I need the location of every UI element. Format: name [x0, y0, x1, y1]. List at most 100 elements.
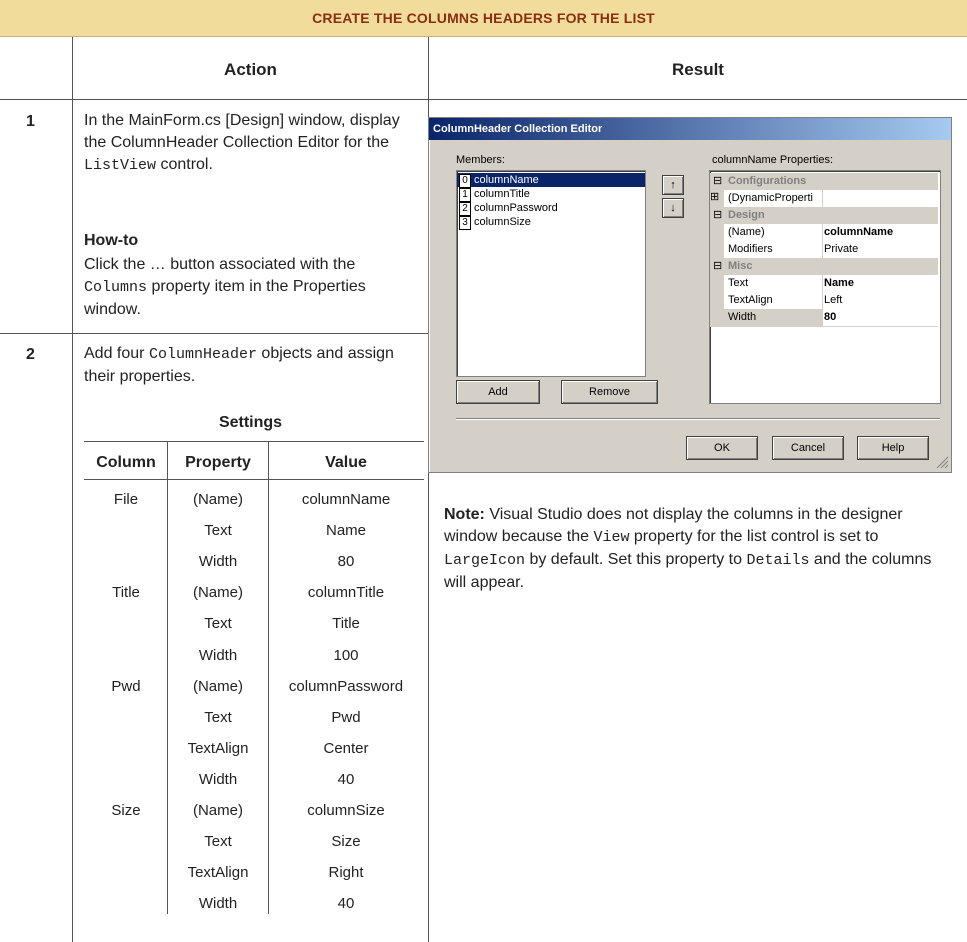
settings-top-rule: [84, 441, 424, 442]
property-row[interactable]: TextAlign Left: [710, 292, 938, 310]
cancel-button[interactable]: Cancel: [772, 436, 844, 460]
code-listview: ListView: [84, 157, 157, 174]
row-gutter: ⊞: [710, 190, 724, 207]
header-divider: [0, 99, 967, 100]
settings-property-cell: (Name): [192, 584, 243, 602]
settings-property-cell: Text: [204, 708, 232, 726]
property-value: columnName: [824, 226, 894, 238]
settings-property-cell: (Name): [192, 491, 243, 508]
dialog-separator: [456, 418, 940, 420]
category-label: Design: [728, 209, 765, 221]
ok-button[interactable]: OK: [686, 436, 758, 460]
section-banner: Create the columns headers for the list: [0, 0, 967, 37]
row-gutter: [710, 275, 724, 292]
settings-column-cell: File: [113, 491, 139, 508]
members-label: Members:: [456, 154, 505, 166]
remove-button[interactable]: Remove: [561, 380, 658, 404]
settings-value-cell: 80: [337, 553, 355, 571]
add-button[interactable]: Add: [456, 380, 540, 404]
settings-property-cell: TextAlign: [187, 739, 249, 757]
note-label: Note:: [444, 506, 485, 523]
settings-value-cell: Right: [328, 864, 364, 882]
settings-value-cell: Size: [331, 833, 361, 851]
settings-title: Settings: [218, 414, 283, 431]
settings-value-cell: columnPassword: [288, 677, 404, 695]
member-item[interactable]: 2 columnPassword: [457, 201, 645, 216]
code-largeicon: LargeIcon: [444, 552, 526, 569]
number-column-divider: [72, 37, 73, 942]
property-row[interactable]: (Name) columnName: [710, 224, 938, 242]
settings-col-value: Value: [325, 454, 367, 471]
settings-property-cell: Width: [198, 553, 238, 571]
step-divider: [0, 333, 428, 334]
step-number: 2: [26, 346, 35, 363]
property-category[interactable]: ⊟ Design: [710, 207, 938, 224]
settings-value-cell: Pwd: [331, 708, 361, 726]
row-gutter: [710, 309, 724, 326]
property-name: (DynamicProperti: [724, 190, 823, 207]
move-down-button[interactable]: ↓: [662, 198, 684, 218]
member-index: 2: [459, 202, 471, 216]
property-row[interactable]: ⊞ (DynamicProperti: [710, 190, 938, 208]
member-item[interactable]: 0 columnName: [457, 173, 645, 188]
settings-property-cell: Width: [198, 646, 238, 664]
member-name: columnSize: [474, 216, 531, 228]
property-row[interactable]: Text Name: [710, 275, 938, 293]
settings-value-cell: columnSize: [307, 802, 385, 819]
member-index: 0: [459, 174, 471, 188]
member-index: 1: [459, 188, 471, 202]
property-name: Width: [724, 309, 823, 326]
action-header: Action: [224, 60, 277, 79]
settings-column-cell: Size: [111, 802, 141, 819]
banner-title: Create the columns headers for the list: [312, 10, 655, 26]
member-name: columnTitle: [474, 188, 530, 200]
resize-grip-icon[interactable]: [935, 455, 949, 469]
property-row[interactable]: Width 80: [710, 309, 938, 327]
collapse-icon[interactable]: ⊟: [713, 259, 722, 272]
property-value: Name: [824, 277, 854, 289]
member-item[interactable]: 1 columnTitle: [457, 187, 645, 202]
settings-property-cell: Text: [204, 522, 232, 540]
member-name: columnName: [474, 174, 539, 186]
settings-col-property: Property: [185, 454, 251, 471]
property-value: 80: [824, 311, 837, 323]
settings-value-cell: 40: [337, 770, 355, 788]
note-paragraph: Note: Visual Studio does not display the…: [444, 506, 932, 591]
member-item[interactable]: 3 columnSize: [457, 215, 645, 230]
settings-value-cell: Name: [325, 522, 366, 540]
row-gutter: [710, 224, 724, 241]
member-index: 3: [459, 216, 471, 230]
members-listbox[interactable]: 0 columnName 1 columnTitle 2 columnPassword 3 c…: [456, 170, 646, 377]
dialog-titlebar: ColumnHeader Collection Editor: [429, 118, 951, 140]
collapse-icon[interactable]: ⊟: [713, 208, 722, 221]
property-name: (Name): [724, 224, 823, 241]
settings-value-cell: Center: [323, 739, 369, 757]
property-row[interactable]: Modifiers Private: [710, 241, 938, 259]
settings-column-cell: Title: [112, 584, 140, 602]
code-view: View: [593, 529, 630, 546]
settings-property-cell: Width: [198, 895, 238, 913]
settings-value-cell: 100: [333, 646, 359, 664]
settings-header-rule: [84, 479, 424, 480]
code-columnheader: ColumnHeader: [148, 346, 257, 363]
settings-value-cell: columnName: [301, 491, 391, 508]
property-category[interactable]: ⊟ Misc: [710, 258, 938, 275]
help-button[interactable]: Help: [857, 436, 929, 460]
settings-col-column: Column: [96, 454, 156, 471]
property-value: Private: [824, 243, 859, 255]
result-header: Result: [672, 60, 724, 79]
property-name: TextAlign: [724, 292, 823, 309]
howto-text: Click the … button associated with the C…: [84, 256, 366, 318]
property-grid[interactable]: ⊟ Configurations ⊞ (DynamicProperti ⊟ Design(…: [709, 170, 941, 404]
settings-property-cell: Text: [204, 615, 232, 633]
code-columns: Columns: [84, 279, 148, 296]
step-number: 1: [26, 113, 35, 130]
properties-label: columnName Properties:: [712, 154, 834, 166]
move-up-button[interactable]: ↑: [662, 175, 684, 195]
columnheader-collection-editor: ColumnHeader Collection Editor Members: …: [428, 117, 952, 473]
collapse-icon[interactable]: ⊟: [713, 174, 722, 187]
property-value: Left: [824, 294, 843, 306]
step-2-text: Add four ColumnHeader objects and assign…: [84, 345, 394, 385]
dialog-title: ColumnHeader Collection Editor: [433, 123, 603, 135]
property-category[interactable]: ⊟ Configurations: [710, 173, 938, 190]
